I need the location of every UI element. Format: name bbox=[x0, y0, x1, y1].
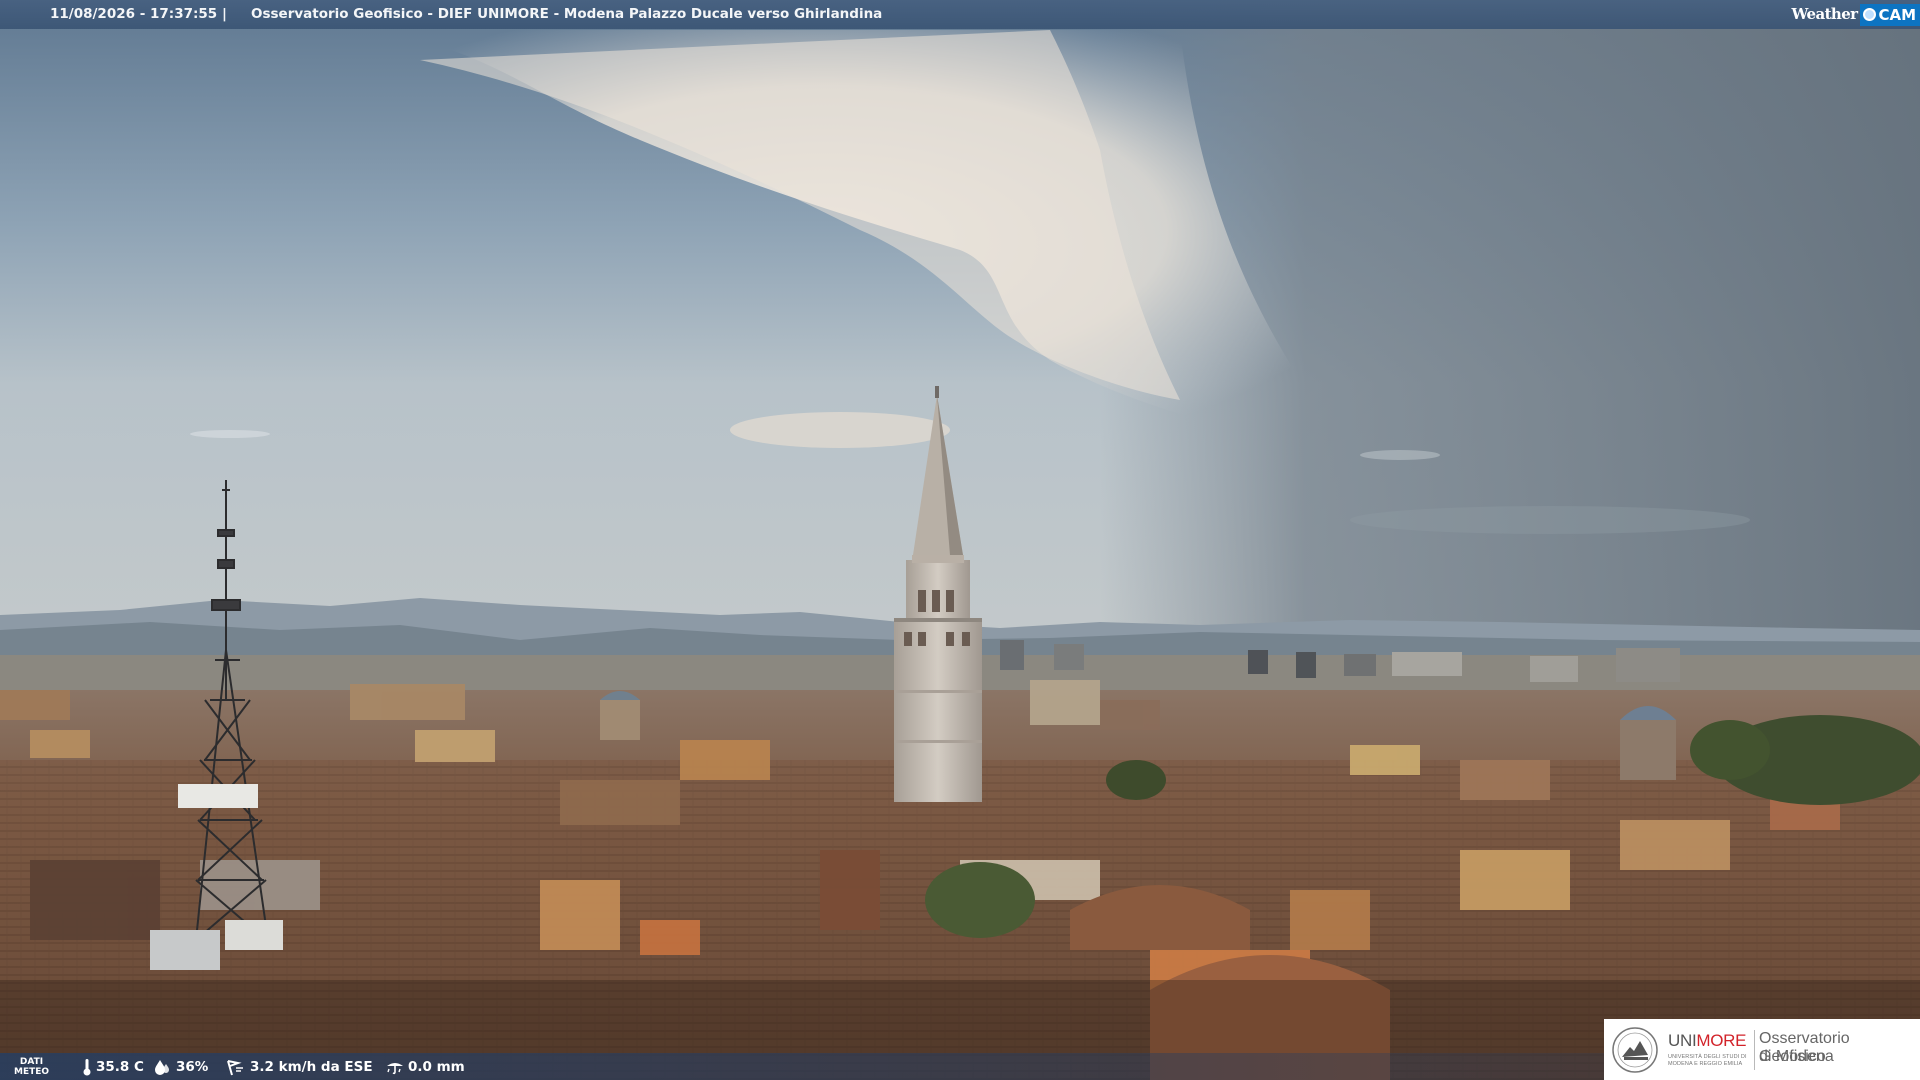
unimore-uni: UNI bbox=[1668, 1031, 1697, 1050]
badge-divider bbox=[1754, 1030, 1755, 1070]
wind-reading: 3.2 km/h da ESE bbox=[226, 1053, 373, 1080]
logo-cam-text: CAM bbox=[1878, 5, 1916, 24]
webcam-frame: 11/08/2026 - 17:37:55 | Osservatorio Geo… bbox=[0, 0, 1920, 1080]
wind-icon bbox=[227, 1059, 243, 1075]
unimore-wordmark: UNIMORE bbox=[1668, 1031, 1747, 1051]
humidity-reading: 36% bbox=[154, 1053, 208, 1080]
dati-meteo-label: DATI METEO bbox=[14, 1053, 49, 1080]
dati-label: DATI bbox=[19, 1056, 44, 1067]
unimore-badge: UNIMORE UNIVERSITÀ DEGLI STUDI DI MODENA… bbox=[1604, 1019, 1920, 1080]
city-panorama bbox=[0, 0, 1920, 1080]
weather-strip: DATI METEO 35.8 C 36% 3.2 km/h da ESE 0.… bbox=[0, 1053, 1605, 1080]
temperature-value: 35.8 C bbox=[96, 1058, 144, 1075]
camera-title: Osservatorio Geofisico - DIEF UNIMORE - … bbox=[251, 6, 883, 22]
weathercam-logo: Weather CAM bbox=[1791, 1, 1920, 28]
rain-value: 0.0 mm bbox=[408, 1058, 465, 1075]
wind-value: 3.2 km/h da ESE bbox=[250, 1058, 373, 1075]
thermometer-icon bbox=[83, 1058, 91, 1075]
rain-gauge-icon bbox=[387, 1062, 403, 1074]
humidity-drop-icon bbox=[155, 1059, 169, 1075]
logo-cam-badge: CAM bbox=[1860, 3, 1920, 26]
university-seal-icon bbox=[1612, 1027, 1658, 1073]
unimore-subtitle-2: MODENA E REGGIO EMILIA bbox=[1668, 1061, 1743, 1067]
humidity-value: 36% bbox=[176, 1058, 209, 1075]
rain-reading: 0.0 mm bbox=[386, 1053, 465, 1080]
caption-separator: | bbox=[222, 6, 227, 22]
logo-weather-text: Weather bbox=[1791, 5, 1858, 23]
timestamp: 11/08/2026 - 17:37:55 bbox=[50, 6, 218, 22]
caption-bar: 11/08/2026 - 17:37:55 | Osservatorio Geo… bbox=[0, 0, 1920, 29]
unimore-subtitle-1: UNIVERSITÀ DEGLI STUDI DI bbox=[1668, 1054, 1747, 1060]
unimore-more: MORE bbox=[1696, 1031, 1747, 1050]
temperature-reading: 35.8 C bbox=[82, 1053, 144, 1080]
lens-icon bbox=[1863, 8, 1877, 21]
observatory-name-line2: di Modena bbox=[1759, 1048, 1834, 1065]
meteo-label: METEO bbox=[14, 1066, 50, 1077]
